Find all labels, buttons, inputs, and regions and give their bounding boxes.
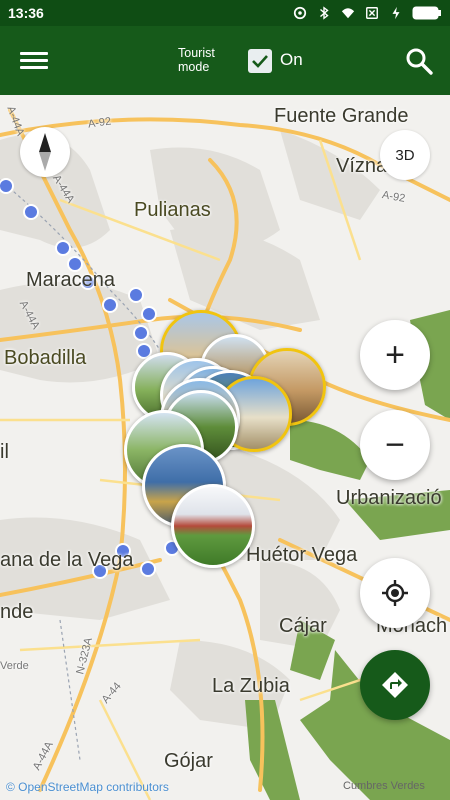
place-il: il: [0, 441, 9, 463]
place-gojar: Gójar: [164, 750, 213, 772]
check-icon: [252, 55, 268, 68]
battery-icon: [412, 6, 441, 20]
place-maracena: Maracena: [26, 269, 115, 291]
osm-attribution-link[interactable]: © OpenStreetMap contributors: [6, 780, 169, 794]
place-huetor-vega: Huétor Vega: [246, 544, 358, 566]
status-bar: 13:36: [0, 0, 450, 26]
tourist-mode-state: On: [280, 50, 303, 69]
place-cajar: Cájar: [279, 615, 327, 637]
place-bobadilla: Bobadilla: [4, 347, 87, 369]
zoom-out-button[interactable]: −: [360, 410, 430, 480]
my-location-button[interactable]: [360, 558, 430, 628]
bluetooth-icon: [320, 6, 329, 20]
place-fuente-grande: Fuente Grande: [274, 105, 409, 127]
tourist-mode-label: Tourist mode: [178, 46, 215, 74]
place-ana-de-la-vega: ana de la Vega: [0, 549, 134, 571]
three-d-button[interactable]: 3D: [380, 130, 430, 180]
directions-button[interactable]: [360, 650, 430, 720]
status-icons: [292, 6, 442, 20]
place-la-zubia: La Zubia: [212, 675, 290, 697]
place-urbanizacion: Urbanizació: [336, 487, 442, 509]
menu-icon[interactable]: [20, 48, 48, 72]
compass-button[interactable]: [20, 127, 70, 177]
zoom-in-button[interactable]: +: [360, 320, 430, 390]
place-pulianas: Pulianas: [134, 199, 211, 221]
compass-icon: [39, 133, 51, 171]
search-icon[interactable]: [404, 46, 434, 76]
tourist-mode-checkbox[interactable]: [248, 49, 272, 73]
poi-photo-stadium[interactable]: [171, 484, 255, 568]
wifi-icon: [341, 8, 355, 19]
app-bar: Tourist mode On: [0, 26, 450, 95]
cumbres-verdes-label: Cumbres Verdes: [343, 780, 425, 792]
charging-icon: [392, 6, 400, 20]
crosshair-icon: [382, 580, 408, 606]
place-verde: Verde: [0, 660, 29, 672]
directions-icon: [382, 672, 408, 698]
data-saver-icon: [293, 6, 307, 20]
place-nde: nde: [0, 601, 34, 623]
no-sim-icon: [366, 7, 378, 19]
status-time: 13:36: [8, 5, 44, 21]
